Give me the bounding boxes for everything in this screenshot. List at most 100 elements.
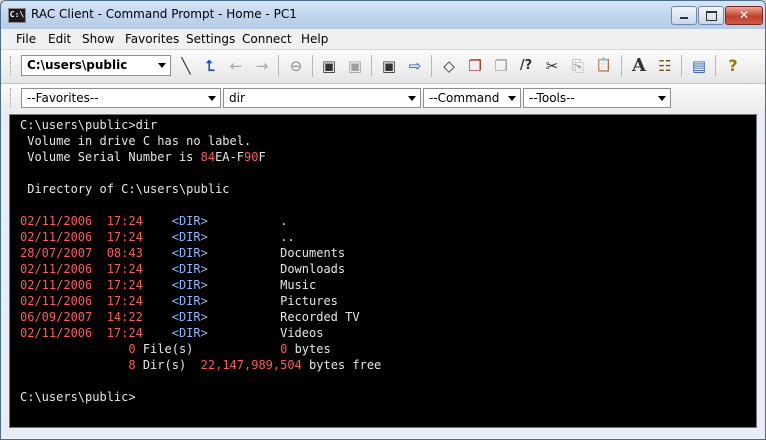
menu-favorites[interactable]: Favorites: [125, 32, 179, 46]
serial-part: 84: [200, 150, 216, 164]
directory-of-line: Directory of C:\users\public: [20, 182, 230, 196]
chevron-down-icon[interactable]: [208, 96, 216, 101]
close-button[interactable]: ✕: [725, 6, 763, 25]
back-arrow-icon[interactable]: ←: [225, 55, 247, 77]
minimize-button[interactable]: [671, 6, 697, 25]
menu-help[interactable]: Help: [301, 32, 328, 46]
favorites-combo[interactable]: --Favorites--: [21, 88, 221, 108]
entry-name: .: [280, 214, 288, 228]
volume-label-line: Volume in drive C has no label.: [20, 134, 252, 148]
chevron-down-icon[interactable]: [158, 63, 166, 68]
stop-icon[interactable]: ⊖: [285, 55, 307, 77]
entry-date: 02/11/2006: [20, 294, 93, 308]
paste-doc-icon[interactable]: ❐: [490, 55, 512, 77]
menu-settings[interactable]: Settings: [186, 32, 235, 46]
entry-date: 02/11/2006: [20, 230, 93, 244]
entry-date: 02/11/2006: [20, 214, 93, 228]
chevron-down-icon[interactable]: [658, 96, 666, 101]
send-icon[interactable]: ⇨: [404, 55, 426, 77]
forward-arrow-icon[interactable]: →: [251, 55, 273, 77]
files-count: 0: [128, 342, 136, 356]
entry-type: <DIR>: [171, 278, 208, 292]
directory-entry-row: 06/09/2007 14:22 <DIR> Recorded TV: [20, 309, 756, 325]
main-toolbar: C:\users\public ╲ ⮤ ← → ⊖ ▣ ▣ ▣ ⇨ ◇ ❐ ❐ …: [1, 50, 765, 84]
path-combo[interactable]: C:\users\public: [21, 55, 171, 76]
maximize-button[interactable]: [698, 6, 724, 25]
entry-date: 02/11/2006: [20, 278, 93, 292]
entry-type: <DIR>: [171, 246, 208, 260]
find-help-icon[interactable]: /?: [515, 55, 537, 77]
copy-icon[interactable]: ⎘: [567, 55, 589, 77]
toolbar-separator: [278, 55, 279, 77]
command-input-value: dir: [229, 91, 245, 105]
save-disabled-icon[interactable]: ▣: [344, 55, 366, 77]
copy-doc-icon[interactable]: ❐: [464, 55, 486, 77]
menu-edit[interactable]: Edit: [48, 32, 71, 46]
tools-value: --Tools--: [529, 91, 575, 105]
entry-name: Documents: [280, 246, 346, 260]
help-icon[interactable]: ?: [722, 55, 744, 77]
free-label: bytes free: [301, 358, 382, 372]
entry-time: 17:24: [106, 262, 143, 276]
prompt-line: C:\users\public>: [20, 390, 136, 404]
command-combo[interactable]: --Command: [423, 88, 521, 108]
chevron-down-icon[interactable]: [508, 96, 516, 101]
toolbar-grip[interactable]: [10, 88, 14, 108]
serial-part: F: [258, 150, 266, 164]
save-as-icon[interactable]: ▣: [378, 55, 400, 77]
entry-time: 17:24: [106, 294, 143, 308]
menu-connect[interactable]: Connect: [242, 32, 292, 46]
entry-time: 17:24: [106, 214, 143, 228]
entry-date: 28/07/2007: [20, 246, 93, 260]
paste-icon[interactable]: 📋: [593, 55, 615, 77]
console-output[interactable]: C:\users\public>dir Volume in drive C ha…: [9, 114, 757, 428]
close-icon: ✕: [738, 8, 750, 22]
minimize-icon: [680, 17, 688, 19]
entry-name: Downloads: [280, 262, 346, 276]
dirs-summary-line: 8 Dir(s) 22,147,989,504 bytes free: [20, 357, 756, 373]
up-folder-icon[interactable]: ⮤: [199, 55, 221, 77]
entry-type: <DIR>: [171, 230, 208, 244]
toolbar-separator: [312, 55, 313, 77]
serial-part: EA-F: [215, 150, 244, 164]
free-bytes: 22,147,989,504: [200, 358, 302, 372]
tools-combo[interactable]: --Tools--: [523, 88, 671, 108]
entry-name: ..: [280, 230, 295, 244]
command-input-combo[interactable]: dir: [223, 88, 421, 108]
chevron-down-icon[interactable]: [408, 96, 416, 101]
entry-type: <DIR>: [171, 310, 208, 324]
cut-icon[interactable]: ✂: [541, 55, 563, 77]
options-icon[interactable]: ☷: [654, 55, 676, 77]
directory-entry-row: 02/11/2006 17:24 <DIR> Music: [20, 277, 756, 293]
menu-show[interactable]: Show: [82, 32, 114, 46]
dirs-count: 8: [128, 358, 136, 372]
eraser-icon[interactable]: ◇: [438, 55, 460, 77]
title-bar[interactable]: C:\ RAC Client - Command Prompt - Home -…: [1, 1, 765, 29]
toolbar-separator: [681, 55, 682, 77]
menu-file[interactable]: File: [16, 32, 36, 46]
console-app-icon[interactable]: C:\: [8, 8, 26, 23]
backslash-icon[interactable]: ╲: [175, 55, 197, 77]
serial-part: 90: [243, 150, 259, 164]
save-icon[interactable]: ▣: [318, 55, 340, 77]
network-icon[interactable]: ▤: [688, 55, 710, 77]
entry-time: 17:24: [106, 278, 143, 292]
toolbar-separator: [371, 55, 372, 77]
font-icon[interactable]: A: [628, 55, 650, 77]
prompt-line: C:\users\public>dir: [20, 118, 158, 132]
entry-time: 17:24: [106, 326, 143, 340]
toolbar-grip[interactable]: [10, 56, 14, 76]
entry-name: Pictures: [280, 294, 338, 308]
